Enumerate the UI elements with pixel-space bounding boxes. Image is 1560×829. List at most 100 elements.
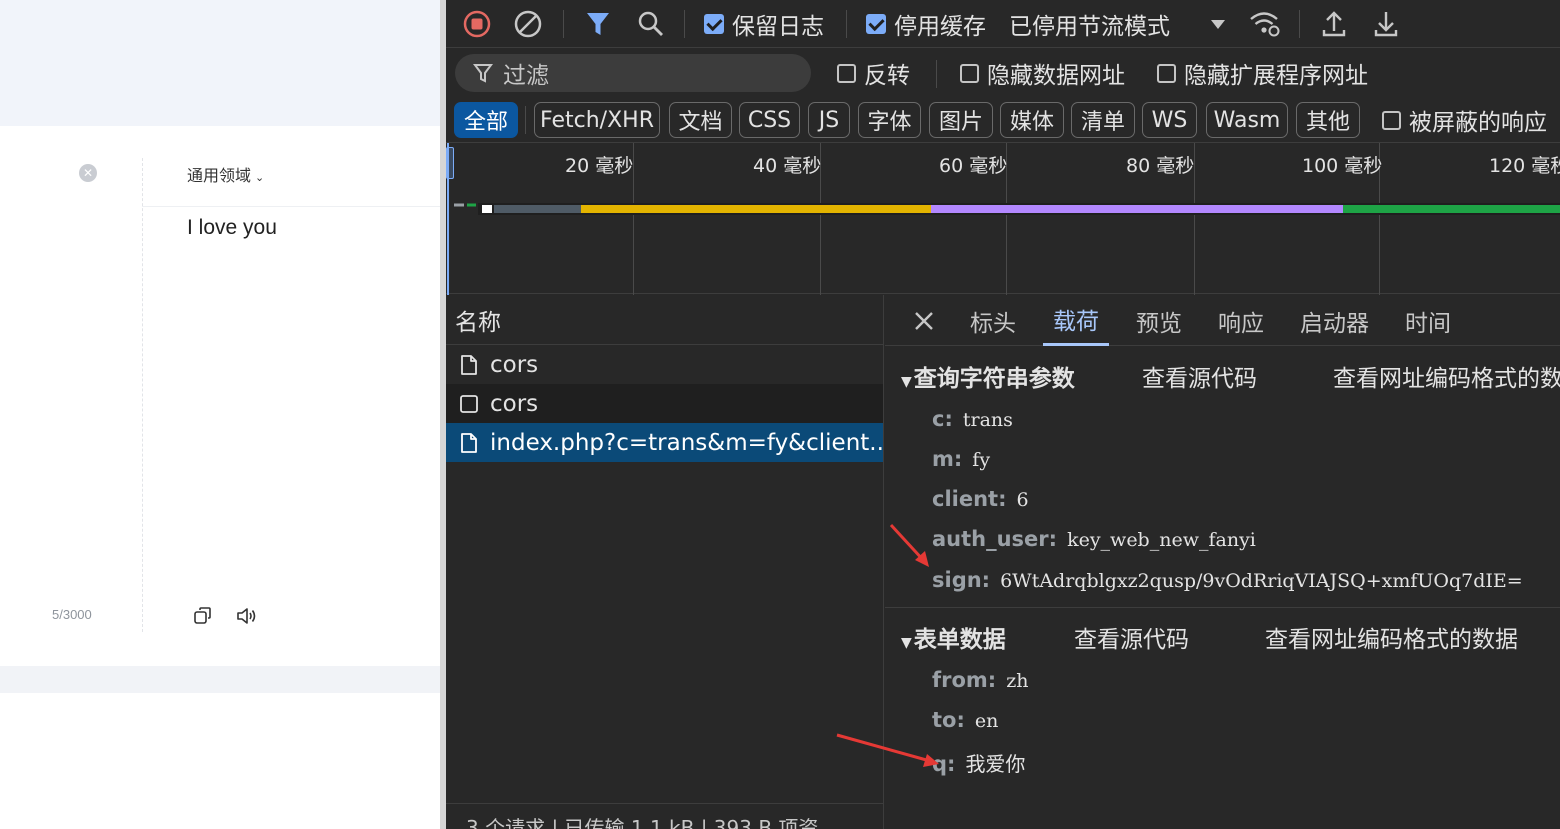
translator-page: ✕ 通用领域 ⌄ I love you 5/3000 [0,0,440,829]
filter-placeholder: 过滤 [503,63,549,89]
document-icon [461,354,477,375]
request-name: index.php?c=trans&m=fy&client... [490,429,883,456]
filter-icon[interactable] [585,0,611,48]
timeline-tick: 120 毫秒 [1489,155,1560,177]
throttling-dropdown[interactable]: 已停用节流模式 [1009,0,1226,48]
clear-icon[interactable]: ✕ [79,164,97,182]
checkbox-unchecked-icon [1382,110,1401,130]
copy-icon[interactable] [193,606,213,626]
request-list: 名称 cors cors index.php?c=trans&m=fy&clie… [446,295,884,829]
expand-triangle-icon: ▼ [901,374,912,390]
hide-extension-urls-checkbox[interactable]: 隐藏扩展程序网址 [1157,48,1368,98]
square-icon [460,394,478,413]
type-filter-doc[interactable]: 文档 [669,102,732,138]
name-column-header[interactable]: 名称 [446,295,883,345]
type-filter-fetch-xhr[interactable]: Fetch/XHR [534,102,660,138]
query-param-row: client: 6 [932,487,1029,511]
query-view-url-encoded-link[interactable]: 查看网址编码格式的数 [1333,359,1560,393]
request-row[interactable]: cors [446,384,883,423]
page-header-band [0,0,440,126]
type-filter-font[interactable]: 字体 [858,102,921,138]
request-row[interactable]: cors [446,345,883,384]
timeline-tick: 100 毫秒 [1302,155,1383,177]
type-filter-img[interactable]: 图片 [929,102,993,138]
throttle-label: 已停用节流模式 [1009,14,1170,40]
request-summary: 3 个请求 | 已传输 1.1 kB | 393 B 项资 [446,803,884,829]
param-key: c: [932,407,953,431]
blocked-responses-checkbox[interactable]: 被屏蔽的响应 [1382,98,1547,142]
speaker-icon[interactable] [236,606,258,626]
clear-log-icon[interactable] [513,0,543,48]
preserve-log-checkbox[interactable]: 保留日志 [704,0,824,48]
preserve-log-label: 保留日志 [732,14,824,40]
filter-input[interactable]: 过滤 [455,54,811,92]
search-icon[interactable] [637,0,665,48]
checkbox-unchecked-icon [960,63,979,83]
query-param-row: c: trans [932,407,1013,431]
param-value: zh [1006,670,1029,692]
type-filter-js[interactable]: JS [808,102,850,138]
type-filter-all[interactable]: 全部 [454,102,518,138]
query-params-header[interactable]: ▼查询字符串参数 [901,359,1075,393]
devtools-network-panel: 保留日志 停用缓存 已停用节流模式 过滤 反转 隐藏数据网址 隐藏扩展程序网址 … [446,0,1560,829]
timeline-tick: 80 毫秒 [1126,155,1195,177]
network-overview[interactable]: 20 毫秒 40 毫秒 60 毫秒 80 毫秒 100 毫秒 120 毫秒 [446,142,1560,295]
param-key: from: [932,668,997,692]
checkbox-unchecked-icon [1157,63,1176,83]
section-divider [885,607,1560,608]
tab-headers[interactable]: 标头 [970,295,1016,346]
resource-type-bar: 全部 Fetch/XHR 文档 CSS JS 字体 图片 媒体 清单 WS Wa… [446,98,1560,142]
blocked-responses-label: 被屏蔽的响应 [1409,110,1547,136]
annotation-arrow-icon [836,733,939,767]
param-key: auth_user: [932,527,1058,551]
invert-checkbox[interactable]: 反转 [837,48,910,98]
type-filter-other[interactable]: 其他 [1296,102,1360,138]
filter-funnel-icon [473,64,493,83]
timeline-tick: 20 毫秒 [565,155,634,177]
query-view-source-link[interactable]: 查看源代码 [1142,359,1257,393]
import-har-icon[interactable] [1321,0,1347,48]
type-filter-media[interactable]: 媒体 [1000,102,1064,138]
tab-payload[interactable]: 载荷 [1043,295,1109,346]
query-param-row: m: fy [932,447,990,471]
type-filter-ws[interactable]: WS [1142,102,1197,138]
form-view-url-encoded-link[interactable]: 查看网址编码格式的数据 [1265,620,1518,654]
toolbar-separator [684,10,685,38]
form-data-header[interactable]: ▼表单数据 [901,620,1006,654]
tab-preview[interactable]: 预览 [1136,295,1182,346]
chevron-down-icon: ⌄ [255,171,265,184]
param-value: fy [972,449,991,471]
query-param-row: auth_user: key_web_new_fanyi [932,527,1256,551]
tab-initiator[interactable]: 启动器 [1300,295,1369,346]
request-detail-panel: 标头 载荷 预览 响应 启动器 时间 ▼查询字符串参数 查看源代码 查看网址编码… [836,295,1560,829]
toolbar-separator [936,60,937,88]
toolbar-separator [563,10,564,38]
close-icon[interactable] [913,310,935,332]
param-key: m: [932,447,963,471]
param-value: 6WtAdrqblgxz2qusp/9vOdRriqVIAJSQ+xmfUOq7… [1000,570,1523,592]
timeline-tick: 60 毫秒 [939,155,1008,177]
invert-label: 反转 [864,63,910,89]
type-filter-css[interactable]: CSS [739,102,800,138]
param-value: en [974,710,999,732]
domain-selector[interactable]: 通用领域 ⌄ [187,162,264,186]
request-name: cors [490,390,539,417]
query-param-row: sign: 6WtAdrqblgxz2qusp/9vOdRriqVIAJSQ+xm… [932,568,1523,592]
type-filter-manifest[interactable]: 清单 [1071,102,1135,138]
type-filter-wasm[interactable]: Wasm [1206,102,1288,138]
record-stop-icon[interactable] [462,0,492,48]
network-conditions-icon[interactable] [1248,0,1282,48]
disable-cache-checkbox[interactable]: 停用缓存 [866,0,986,48]
form-data-title: 表单数据 [913,627,1006,653]
form-view-source-link[interactable]: 查看源代码 [1074,620,1189,654]
domain-label: 通用领域 [187,166,252,185]
toolbar-separator [1299,10,1300,38]
request-row-selected[interactable]: index.php?c=trans&m=fy&client... [446,423,883,462]
hide-data-urls-checkbox[interactable]: 隐藏数据网址 [960,48,1125,98]
source-text[interactable]: I love you [187,216,277,240]
checkbox-unchecked-icon [837,63,856,83]
tab-timing[interactable]: 时间 [1405,295,1451,346]
param-key: client: [932,487,1007,511]
export-har-icon[interactable] [1373,0,1399,48]
tab-response[interactable]: 响应 [1218,295,1264,346]
